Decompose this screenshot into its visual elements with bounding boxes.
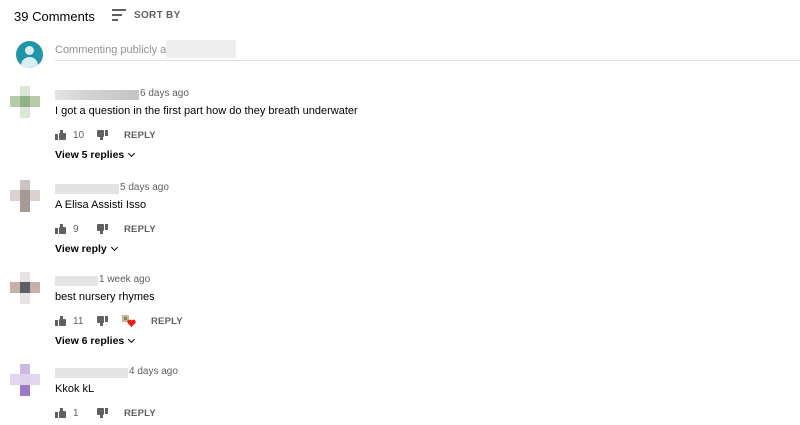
comment-timestamp[interactable]: 1 week ago (99, 274, 150, 285)
view-replies-label: View 6 replies (55, 335, 125, 347)
view-replies-label: View 5 replies (55, 149, 125, 161)
thumbs-up-icon[interactable] (55, 130, 66, 140)
redacted-author-name[interactable] (55, 184, 119, 194)
like-count: 11 (73, 315, 84, 327)
thumbs-down-icon[interactable] (97, 130, 108, 140)
comment-count: 39 Comments (14, 8, 95, 24)
redacted-author-name[interactable] (55, 276, 98, 286)
avatar[interactable] (8, 364, 40, 396)
view-replies-label: View reply (55, 243, 107, 255)
redacted-author-name[interactable] (55, 368, 128, 378)
sort-by-label: SORT BY (134, 9, 181, 21)
commenting-publicly-label: Commenting publicly as (55, 44, 172, 56)
add-comment-row: Commenting publicly as (14, 40, 800, 68)
sort-by-button[interactable]: SORT BY (112, 9, 181, 21)
like-count: 1 (73, 407, 79, 419)
comment-text: A Elisa Assisti Isso (55, 199, 147, 211)
comment-timestamp[interactable]: 5 days ago (120, 182, 169, 193)
view-replies-button[interactable]: View reply (55, 243, 118, 255)
comment-actions: 10 REPLY (55, 128, 156, 142)
comment-actions: 1 REPLY (55, 406, 156, 420)
avatar[interactable] (8, 86, 40, 118)
like-count: 10 (73, 129, 85, 141)
reply-button[interactable]: REPLY (124, 224, 156, 235)
comment-text: best nursery rhymes (55, 291, 155, 303)
reply-button[interactable]: REPLY (151, 316, 183, 327)
thumbs-up-icon[interactable] (55, 408, 66, 418)
like-count: 9 (73, 223, 79, 235)
comments-header: 39 Comments (14, 8, 95, 24)
comment-text: I got a question in the first part how d… (55, 105, 358, 117)
view-replies-button[interactable]: View 5 replies (55, 149, 136, 161)
thumbs-up-icon[interactable] (55, 224, 66, 234)
chevron-down-icon (128, 149, 136, 158)
reply-button[interactable]: REPLY (124, 408, 156, 419)
redacted-author-name[interactable] (55, 90, 139, 100)
comment-timestamp[interactable]: 6 days ago (140, 88, 189, 99)
avatar[interactable] (8, 180, 40, 212)
thumbs-up-icon[interactable] (55, 316, 66, 326)
comment-timestamp[interactable]: 4 days ago (129, 366, 178, 377)
comment-actions: 9 REPLY (55, 222, 156, 236)
redacted-username (166, 40, 236, 58)
thumbs-down-icon[interactable] (97, 224, 108, 234)
thumbs-down-icon[interactable] (97, 408, 108, 418)
reply-button[interactable]: REPLY (124, 130, 156, 141)
creator-heart-icon (122, 315, 136, 327)
avatar[interactable] (8, 272, 40, 304)
chevron-down-icon (128, 335, 136, 344)
add-comment-input[interactable] (55, 60, 800, 61)
comment-text: Kkok kL (55, 383, 95, 395)
sort-icon (112, 9, 126, 21)
chevron-down-icon (110, 243, 118, 252)
avatar (16, 41, 43, 68)
view-replies-button[interactable]: View 6 replies (55, 335, 136, 347)
comment-actions: 11 REPLY (55, 314, 183, 328)
thumbs-down-icon[interactable] (97, 316, 108, 326)
